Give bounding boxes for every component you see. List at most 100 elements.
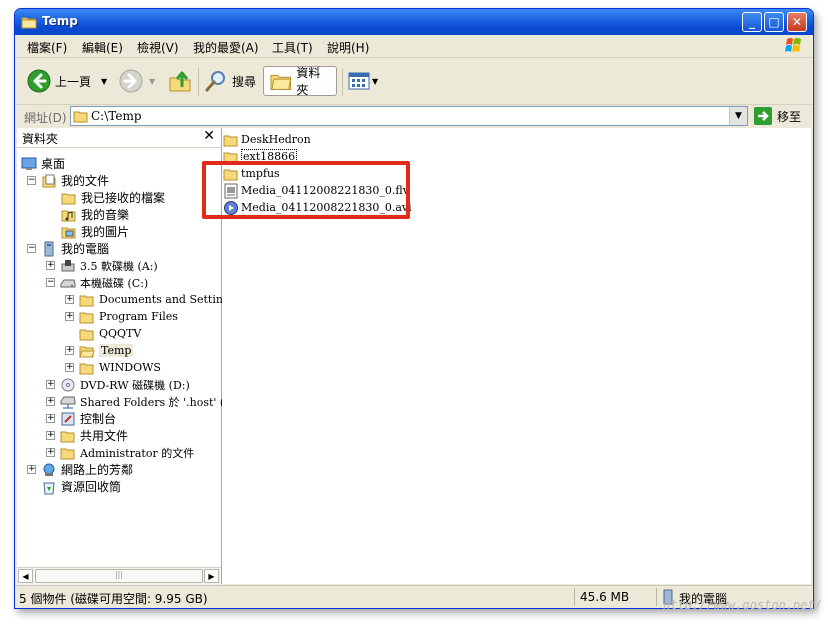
expand-toggle[interactable]: + [65,346,74,355]
expand-toggle[interactable]: + [46,431,55,440]
pictures-folder-icon [61,227,76,238]
tree-item-my-documents[interactable]: 我的文件 [41,172,109,189]
tree-item-my-music[interactable]: 我的音樂 [61,206,129,223]
tree-label: 本機磁碟 (C:) [80,276,149,290]
expand-toggle[interactable]: + [46,380,55,389]
computer-icon [44,241,54,256]
close-icon[interactable]: ✕ [203,128,215,144]
minimize-button[interactable]: _ [742,12,762,32]
folder-icon [21,17,37,29]
back-dropdown-icon[interactable]: ▼ [101,77,107,86]
hard-drive-icon [60,279,76,287]
tree-item-windows[interactable]: WINDOWS [79,359,161,376]
collapse-toggle[interactable]: − [27,176,36,185]
folder-icon [60,431,75,442]
folders-icon [270,74,292,90]
scrollbar-thumb[interactable]: ||| [35,569,203,583]
address-bar: 網址(D) C:\Temp ▼ 移至 [15,105,813,127]
address-label: 網址(D) [24,111,67,125]
folder-pane-title: 資料夾 [22,132,59,146]
menu-help[interactable]: 說明(H) [327,39,369,56]
tree-label: 資源回收筒 [61,480,122,494]
go-arrow-icon [754,107,772,125]
folder-icon [73,111,88,123]
forward-button[interactable]: ▼ [119,66,155,96]
folder-icon [223,135,238,146]
tree-label: 3.5 軟碟機 (A:) [80,259,158,273]
tree-item-my-pictures[interactable]: 我的圖片 [61,223,129,240]
tree-item-shared-documents[interactable]: 共用文件 [60,427,128,444]
tree-item-my-computer[interactable]: 我的電腦 [41,240,109,257]
tree-item-local-disk-c[interactable]: 本機磁碟 (C:) [60,274,148,291]
back-button[interactable]: 上一頁 ▼ [27,66,107,96]
network-icon [43,463,55,476]
search-icon [205,71,225,92]
tree-label: Administrator 的文件 [80,446,195,460]
tree-item-documents-and-settings[interactable]: Documents and Settings [79,291,236,308]
tree-label: 我已接收的檔案 [81,191,166,205]
menu-file[interactable]: 檔案(F) [27,39,67,56]
collapse-toggle[interactable]: − [46,278,55,287]
address-dropdown-icon[interactable]: ▼ [729,107,747,125]
title-bar[interactable]: Temp _ □ ✕ [15,9,813,35]
tree-item-floppy[interactable]: 3.5 軟碟機 (A:) [60,257,158,274]
search-button[interactable]: 搜尋 [204,66,256,96]
expand-toggle[interactable]: + [46,397,55,406]
views-icon [348,72,370,90]
tree-item-received-files[interactable]: 我已接收的檔案 [61,189,165,206]
folders-label: 資料夾 [296,66,321,97]
tree-item-desktop[interactable]: 桌面 [21,155,65,172]
file-name: DeskHedron [241,133,311,146]
tree-item-recycle-bin[interactable]: 資源回收筒 [41,478,121,495]
menu-edit[interactable]: 編輯(E) [82,39,123,56]
expand-toggle[interactable]: + [46,414,55,423]
collapse-toggle[interactable]: − [27,244,36,253]
toolbar-separator [342,68,343,96]
menu-favorites[interactable]: 我的最愛(A) [193,39,259,56]
folders-button[interactable]: 資料夾 [263,66,337,97]
up-folder-button[interactable] [168,66,192,96]
file-item-folder[interactable]: DeskHedron [223,131,311,148]
windows-logo-icon [785,38,801,52]
address-value: C:\Temp [91,109,142,123]
folder-icon [61,193,76,204]
expand-toggle[interactable]: + [65,363,74,372]
folder-icon [79,363,94,374]
tree-item-admin-documents[interactable]: Administrator 的文件 [60,444,194,461]
address-input[interactable]: C:\Temp ▼ [70,106,748,126]
tree-item-dvd-drive[interactable]: DVD-RW 磁碟機 (D:) [60,376,190,393]
expand-toggle[interactable]: + [27,465,36,474]
folder-tree-pane: 資料夾 ✕ 桌面 − 我的文件 我已接收的檔案 我的音樂 我的圖片 − 我的電腦 [17,128,240,584]
back-label: 上一頁 [55,74,92,89]
go-button[interactable]: 移至 [754,107,801,125]
folder-icon [79,329,94,340]
tree-item-program-files[interactable]: Program Files [79,308,178,325]
expand-toggle[interactable]: + [65,295,74,304]
tree-item-temp[interactable]: Temp [79,342,134,359]
tree-item-qqqtv[interactable]: QQQTV [79,325,141,342]
expand-toggle[interactable]: + [46,261,55,270]
tree-label: 我的電腦 [61,242,110,256]
views-button[interactable]: ▼ [348,66,378,96]
tree-item-control-panel[interactable]: 控制台 [60,410,116,427]
expand-toggle[interactable]: + [65,312,74,321]
maximize-button[interactable]: □ [764,12,784,32]
menu-view[interactable]: 檢視(V) [137,39,179,56]
views-dropdown-icon[interactable]: ▼ [372,77,378,86]
menu-tools[interactable]: 工具(T) [272,39,313,56]
network-drive-icon [60,396,76,408]
recycle-bin-icon [43,482,55,494]
close-button[interactable]: ✕ [787,12,807,32]
forward-dropdown-icon[interactable]: ▼ [149,77,155,86]
scroll-left-icon[interactable]: ◀ [18,569,33,583]
toolbar-separator [198,68,199,96]
folder-pane-scrollbar[interactable]: ◀ ||| ▶ [17,567,221,585]
highlight-annotation-box [202,161,410,219]
expand-toggle[interactable]: + [46,448,55,457]
scroll-right-icon[interactable]: ▶ [204,569,219,583]
tree-item-network-places[interactable]: 網路上的芳鄰 [41,461,133,478]
tree-label: 我的文件 [61,174,110,188]
status-size: 45.6 MB [580,590,630,604]
tree-label: 控制台 [80,412,117,426]
tree-item-shared-folders[interactable]: Shared Folders 於 '.host' (Z:) [60,393,240,410]
